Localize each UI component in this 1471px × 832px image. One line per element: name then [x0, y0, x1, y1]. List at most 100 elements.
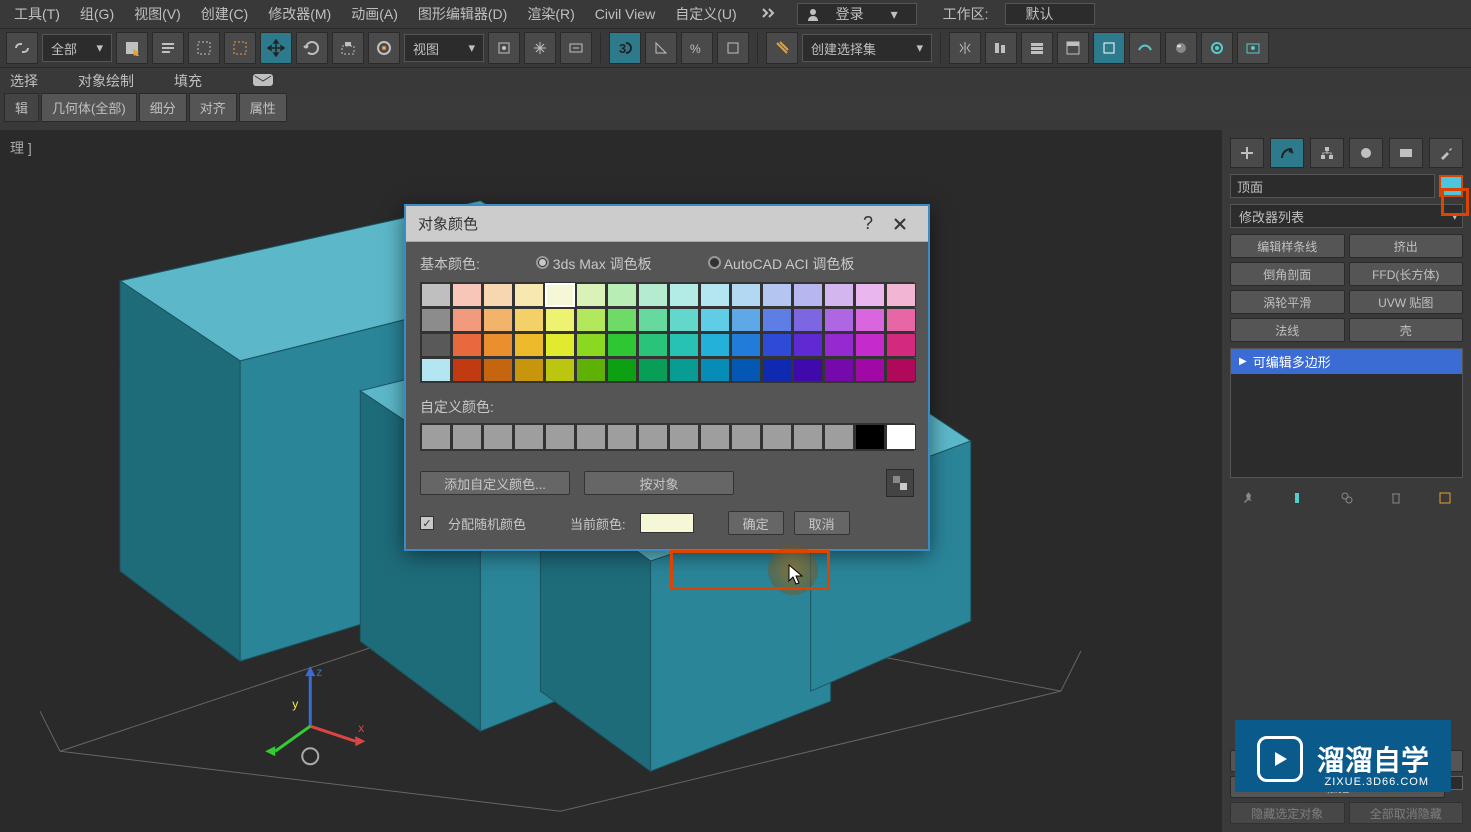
object-color-swatch[interactable]: [1439, 175, 1463, 197]
modifier-list-dropdown[interactable]: 修改器列表 ▾: [1230, 204, 1463, 228]
window-crossing-icon[interactable]: [224, 32, 256, 64]
align-icon[interactable]: [985, 32, 1017, 64]
color-swatch[interactable]: [421, 308, 451, 332]
color-swatch[interactable]: [576, 283, 606, 307]
custom-color-swatch[interactable]: [855, 424, 885, 450]
ok-button[interactable]: 确定: [728, 511, 784, 535]
color-swatch[interactable]: [700, 283, 730, 307]
color-swatch[interactable]: [731, 358, 761, 382]
menu-render[interactable]: 渲染(R): [517, 0, 584, 28]
color-swatch[interactable]: [855, 283, 885, 307]
custom-color-swatch[interactable]: [824, 424, 854, 450]
color-swatch[interactable]: [421, 358, 451, 382]
pivot-center-icon[interactable]: [488, 32, 520, 64]
color-swatch[interactable]: [545, 283, 575, 307]
color-swatch[interactable]: [886, 358, 916, 382]
custom-color-swatch[interactable]: [576, 424, 606, 450]
manipulate-icon[interactable]: [524, 32, 556, 64]
mail-icon[interactable]: [252, 73, 274, 90]
color-swatch[interactable]: [514, 308, 544, 332]
menu-overflow-icon[interactable]: [751, 2, 789, 27]
snap-toggle-icon[interactable]: 3: [609, 32, 641, 64]
mod-extrude[interactable]: 挤出: [1349, 234, 1464, 258]
color-swatch[interactable]: [545, 308, 575, 332]
custom-color-swatch[interactable]: [793, 424, 823, 450]
show-end-result-icon[interactable]: [1287, 488, 1307, 508]
color-swatch[interactable]: [886, 308, 916, 332]
ribbon-tab-props[interactable]: 属性: [239, 93, 287, 122]
color-swatch[interactable]: [762, 333, 792, 357]
display-panel-tab[interactable]: [1389, 138, 1423, 168]
mod-normal[interactable]: 法线: [1230, 318, 1345, 342]
stack-item-editable-poly[interactable]: ▶ 可编辑多边形: [1231, 349, 1462, 374]
color-swatch[interactable]: [638, 358, 668, 382]
radio-autocad-palette[interactable]: [708, 256, 721, 269]
angle-snap-icon[interactable]: [645, 32, 677, 64]
hide-selected-button[interactable]: 隐藏选定对象: [1230, 802, 1345, 824]
current-color-swatch[interactable]: [640, 513, 694, 533]
custom-color-swatch[interactable]: [545, 424, 575, 450]
cancel-button[interactable]: 取消: [794, 511, 850, 535]
selection-set-edit-icon[interactable]: [766, 32, 798, 64]
color-swatch[interactable]: [576, 308, 606, 332]
color-swatch[interactable]: [638, 333, 668, 357]
select-by-name-icon[interactable]: [152, 32, 184, 64]
color-swatch[interactable]: [855, 308, 885, 332]
color-swatch[interactable]: [855, 333, 885, 357]
ref-coord-dropdown[interactable]: 视图▾: [404, 34, 484, 62]
material-editor-icon[interactable]: [1165, 32, 1197, 64]
utilities-panel-tab[interactable]: [1429, 138, 1463, 168]
rotate-tool-icon[interactable]: [296, 32, 328, 64]
color-swatch[interactable]: [731, 283, 761, 307]
create-panel-tab[interactable]: [1230, 138, 1264, 168]
mirror-icon[interactable]: [949, 32, 981, 64]
modify-panel-tab[interactable]: [1270, 138, 1304, 168]
subbar-select[interactable]: 选择: [10, 71, 38, 91]
custom-color-swatch[interactable]: [514, 424, 544, 450]
color-swatch[interactable]: [762, 283, 792, 307]
dialog-titlebar[interactable]: 对象颜色 ?: [406, 206, 928, 242]
color-swatch[interactable]: [514, 333, 544, 357]
keyboard-shortcut-icon[interactable]: [560, 32, 592, 64]
custom-color-swatch[interactable]: [607, 424, 637, 450]
color-swatch[interactable]: [731, 333, 761, 357]
color-swatch[interactable]: [514, 283, 544, 307]
subbar-paint[interactable]: 对象绘制: [78, 71, 134, 91]
color-swatch[interactable]: [421, 333, 451, 357]
mod-edit-spline[interactable]: 编辑样条线: [1230, 234, 1345, 258]
select-region-rect-icon[interactable]: [188, 32, 220, 64]
configure-sets-icon[interactable]: [1435, 488, 1455, 508]
menu-animation[interactable]: 动画(A): [341, 0, 408, 28]
color-swatch[interactable]: [731, 308, 761, 332]
menu-civil-view[interactable]: Civil View: [585, 2, 665, 26]
color-swatch[interactable]: [886, 333, 916, 357]
schematic-view-icon[interactable]: [1129, 32, 1161, 64]
scale-tool-icon[interactable]: [332, 32, 364, 64]
workspace-dropdown[interactable]: 默认: [1005, 3, 1095, 25]
menu-graph-editor[interactable]: 图形编辑器(D): [408, 0, 517, 28]
percent-snap-icon[interactable]: %: [681, 32, 713, 64]
color-swatch[interactable]: [700, 308, 730, 332]
placement-tool-icon[interactable]: [368, 32, 400, 64]
mod-turbosmooth[interactable]: 涡轮平滑: [1230, 290, 1345, 314]
by-object-button[interactable]: 按对象: [584, 471, 734, 495]
color-swatch[interactable]: [824, 283, 854, 307]
color-swatch[interactable]: [793, 333, 823, 357]
color-swatch[interactable]: [452, 333, 482, 357]
help-button[interactable]: ?: [852, 210, 884, 238]
motion-panel-tab[interactable]: [1349, 138, 1383, 168]
spinner-snap-icon[interactable]: [717, 32, 749, 64]
mod-bevel-profile[interactable]: 倒角剖面: [1230, 262, 1345, 286]
link-icon[interactable]: [6, 32, 38, 64]
color-swatch[interactable]: [452, 308, 482, 332]
move-tool-icon[interactable]: [260, 32, 292, 64]
menu-modifier[interactable]: 修改器(M): [258, 0, 341, 28]
ribbon-tab-geometry[interactable]: 几何体(全部): [41, 93, 137, 122]
menu-tools[interactable]: 工具(T): [4, 0, 70, 28]
close-button[interactable]: [884, 210, 916, 238]
color-swatch[interactable]: [669, 358, 699, 382]
ribbon-tab-subdiv[interactable]: 细分: [139, 93, 187, 122]
subbar-populate[interactable]: 填充: [174, 71, 202, 91]
add-custom-color-button[interactable]: 添加自定义颜色...: [420, 471, 570, 495]
mod-uvw-map[interactable]: UVW 贴图: [1349, 290, 1464, 314]
